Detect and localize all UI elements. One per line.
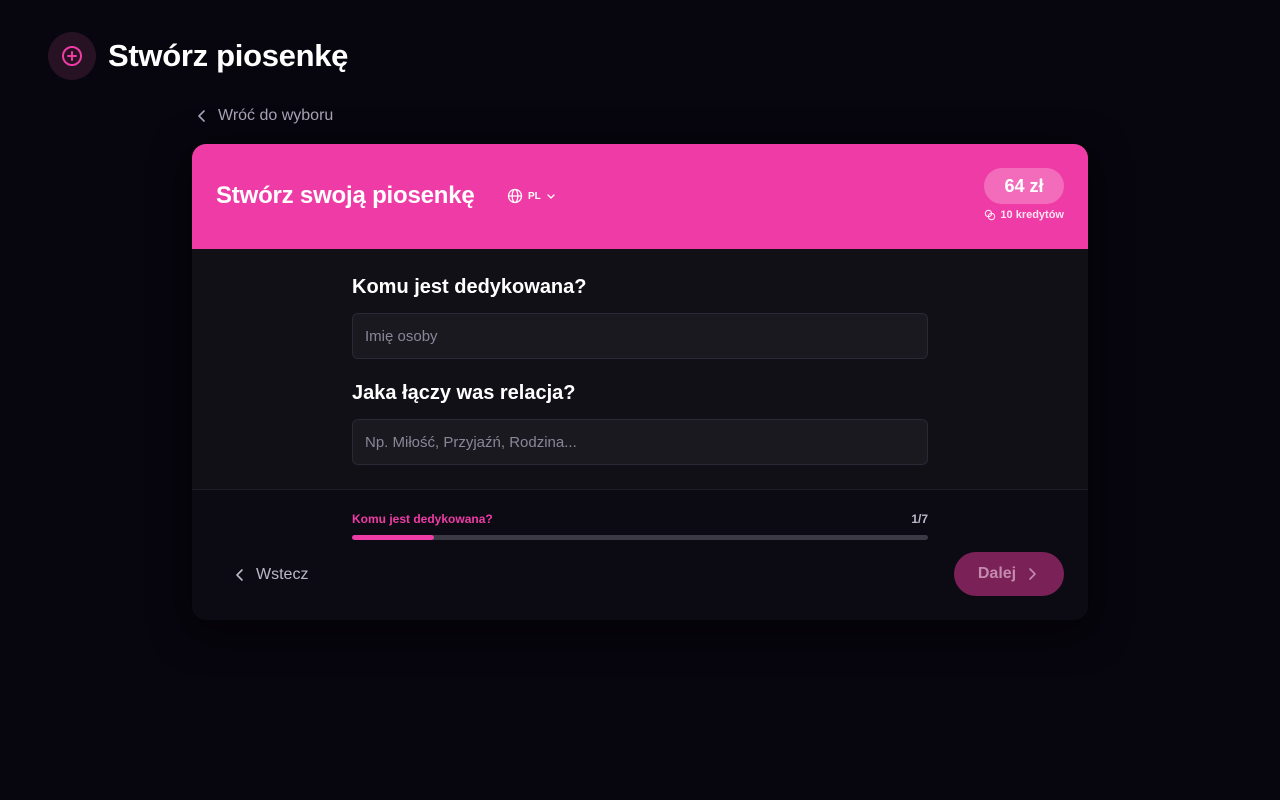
plus-circle-icon bbox=[48, 32, 96, 80]
chevron-left-icon bbox=[198, 110, 205, 122]
chevron-right-icon bbox=[1029, 568, 1036, 580]
language-selector[interactable]: PL bbox=[507, 187, 556, 205]
page-header: Stwórz piosenkę bbox=[48, 32, 348, 80]
back-button[interactable]: Wstecz bbox=[232, 563, 308, 587]
language-code: PL bbox=[528, 190, 541, 202]
relationship-input[interactable] bbox=[352, 419, 928, 465]
card-footer: Komu jest dedykowana? 1/7 Wstecz Dalej bbox=[192, 489, 1088, 620]
credits-label: 10 kredytów bbox=[1000, 209, 1064, 221]
song-wizard-card: Stwórz swoją piosenkę PL 64 zł 10 kredyt… bbox=[192, 144, 1088, 620]
progress-bar bbox=[352, 535, 928, 540]
card-title: Stwórz swoją piosenkę bbox=[216, 182, 475, 209]
credits-info: 10 kredytów bbox=[984, 209, 1064, 221]
progress-bar-fill bbox=[352, 535, 435, 540]
card-header: Stwórz swoją piosenkę PL 64 zł 10 kredyt… bbox=[192, 144, 1088, 249]
globe-icon bbox=[507, 188, 523, 204]
question-dedication: Komu jest dedykowana? bbox=[352, 276, 587, 298]
progress-step-label: Komu jest dedykowana? bbox=[352, 512, 493, 526]
back-to-selection-link[interactable]: Wróć do wyboru bbox=[194, 104, 333, 128]
back-link-label: Wróć do wyboru bbox=[218, 107, 334, 124]
price-badge: 64 zł bbox=[984, 168, 1064, 204]
coins-icon bbox=[985, 209, 996, 221]
person-name-input[interactable] bbox=[352, 313, 928, 359]
page-title: Stwórz piosenkę bbox=[108, 38, 349, 73]
chevron-down-icon bbox=[547, 194, 555, 199]
question-relationship: Jaka łączy was relacja? bbox=[352, 382, 576, 404]
chevron-left-icon bbox=[236, 569, 243, 581]
back-button-label: Wstecz bbox=[256, 566, 309, 583]
progress-step-count: 1/7 bbox=[911, 512, 928, 526]
next-button[interactable]: Dalej bbox=[954, 552, 1064, 596]
next-button-label: Dalej bbox=[977, 565, 1017, 582]
